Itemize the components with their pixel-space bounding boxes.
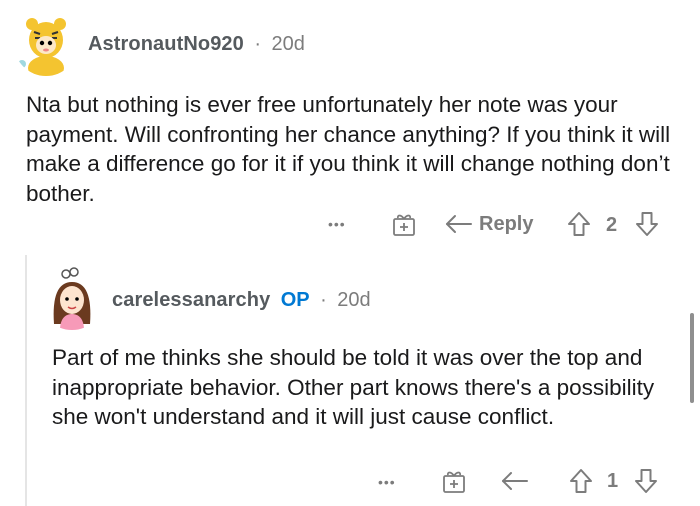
avatar-girl-icon [40, 266, 104, 330]
award-button[interactable] [440, 467, 468, 495]
more-options-button[interactable]: ••• [328, 212, 346, 236]
vote-score: 1 [607, 470, 619, 492]
downvote-icon [635, 469, 657, 493]
comment-body: Nta but nothing is ever free unfortunate… [26, 92, 671, 206]
reply-icon [446, 215, 472, 233]
avatar[interactable] [40, 266, 104, 330]
award-icon [443, 471, 465, 493]
vote-score: 2 [606, 214, 618, 236]
upvote-icon [570, 469, 592, 493]
upvote-button[interactable] [568, 467, 594, 495]
comment-author[interactable]: AstronautNo920 [88, 33, 244, 55]
avatar[interactable] [14, 12, 78, 76]
upvote-icon [568, 212, 590, 236]
downvote-button[interactable] [634, 210, 660, 238]
reply-button[interactable] [500, 468, 530, 494]
op-badge: OP [280, 289, 310, 311]
separator-dot: · [320, 289, 327, 311]
downvote-icon [636, 212, 658, 236]
more-icon: ••• [378, 474, 396, 490]
scrollbar[interactable] [690, 313, 694, 403]
thread-line[interactable] [25, 255, 27, 506]
award-icon [393, 214, 415, 236]
comment-body: Part of me thinks she should be told it … [52, 345, 655, 429]
upvote-button[interactable] [566, 210, 592, 238]
comment-age: 20d [337, 289, 371, 311]
avatar-tiger-icon [14, 12, 78, 76]
more-icon: ••• [328, 216, 346, 232]
reply-button[interactable]: Reply [444, 211, 533, 237]
downvote-button[interactable] [633, 467, 659, 495]
comment-age: 20d [271, 33, 305, 55]
reply-label: Reply [479, 212, 534, 235]
separator-dot: · [254, 33, 261, 55]
comment-author[interactable]: carelessanarchy [112, 289, 270, 311]
award-button[interactable] [390, 210, 418, 238]
more-options-button[interactable]: ••• [378, 470, 396, 494]
reply-icon [502, 472, 528, 490]
